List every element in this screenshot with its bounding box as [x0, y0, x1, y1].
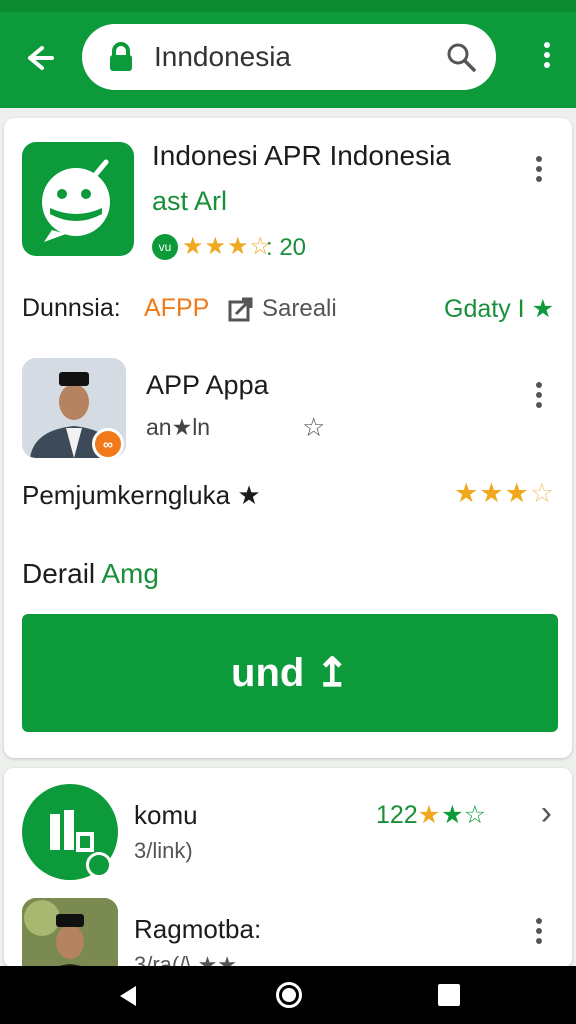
system-nav-bar — [0, 966, 576, 1024]
details-accent[interactable]: Amg — [101, 558, 159, 589]
install-button[interactable]: und ↥ — [22, 614, 558, 732]
app-title: Indonesi APR Indonesia — [152, 140, 451, 171]
related-star-1: ★ — [417, 801, 442, 829]
search-icon[interactable] — [444, 40, 478, 74]
related-apps-card: komu 3/link) 122★★☆ › Ragmotba: 3/ra(/\ … — [4, 768, 572, 968]
app-badge: vu — [152, 234, 178, 260]
share-icon[interactable] — [228, 296, 254, 322]
review-more-vert-icon[interactable] — [528, 378, 550, 418]
review-meta: an★ln — [146, 414, 211, 440]
app-rating-count: : 20 — [266, 234, 307, 261]
app-detail-card: Indonesi APR Indonesia ast Arl vu ★★★☆ :… — [4, 118, 572, 758]
related-app-rating: 122★★☆ — [376, 800, 486, 830]
app-icon[interactable] — [22, 142, 134, 256]
summary-label: Pemjumkerngluka ★ — [22, 480, 261, 510]
reviewer-name: APP Appa — [146, 370, 269, 400]
app-rating-stars: ★★★☆ — [182, 233, 273, 260]
lock-icon — [108, 42, 134, 72]
related-avatar[interactable] — [22, 898, 118, 968]
search-bar[interactable] — [82, 24, 496, 90]
share-label[interactable]: Sareali — [262, 295, 337, 323]
star-outline-icon[interactable]: ☆ — [302, 412, 325, 443]
nav-recents-icon[interactable] — [438, 984, 460, 1006]
related-more-vert-icon[interactable] — [528, 914, 550, 954]
status-bar — [0, 0, 576, 12]
related-app-title[interactable]: komu — [134, 800, 198, 831]
app-more-vert-icon[interactable] — [528, 152, 550, 192]
nav-home-icon[interactable] — [276, 982, 302, 1008]
related-app-rating-num: 122 — [376, 801, 418, 829]
details-title: Derail — [22, 558, 96, 589]
meta-label: Dunnsia: — [22, 294, 121, 322]
app-bar — [0, 12, 576, 108]
back-arrow-icon[interactable] — [18, 38, 58, 78]
meta-value: AFPP — [144, 294, 210, 322]
related-app-subtitle: 3/link) — [134, 838, 193, 863]
meta-row: Dunnsia: AFPP Sareali Gdaty I ★ — [22, 292, 554, 326]
summary-rating-stars: ★★★☆ — [454, 478, 554, 509]
related-star-2: ★ — [441, 801, 464, 829]
reviewer-badge: ∞ — [92, 428, 124, 460]
summary-star-empty: ☆ — [529, 478, 554, 508]
details-heading: Derail Amg — [22, 558, 159, 590]
meta-right-label: Gdaty I — [444, 295, 525, 323]
app-developer-link[interactable]: ast Arl — [152, 186, 227, 217]
more-vert-icon[interactable] — [536, 38, 558, 78]
meta-right: Gdaty I ★ — [444, 294, 554, 324]
chevron-right-icon[interactable]: › — [541, 796, 552, 830]
related-star-3: ☆ — [463, 801, 486, 829]
related-app-title-2[interactable]: Ragmotba: — [134, 914, 261, 945]
star-icon: ★ — [531, 295, 554, 323]
related-app-badge — [86, 852, 112, 878]
nav-back-icon[interactable] — [116, 984, 140, 1008]
search-input[interactable] — [154, 38, 434, 76]
summary-stars-filled: ★★★ — [454, 478, 530, 508]
